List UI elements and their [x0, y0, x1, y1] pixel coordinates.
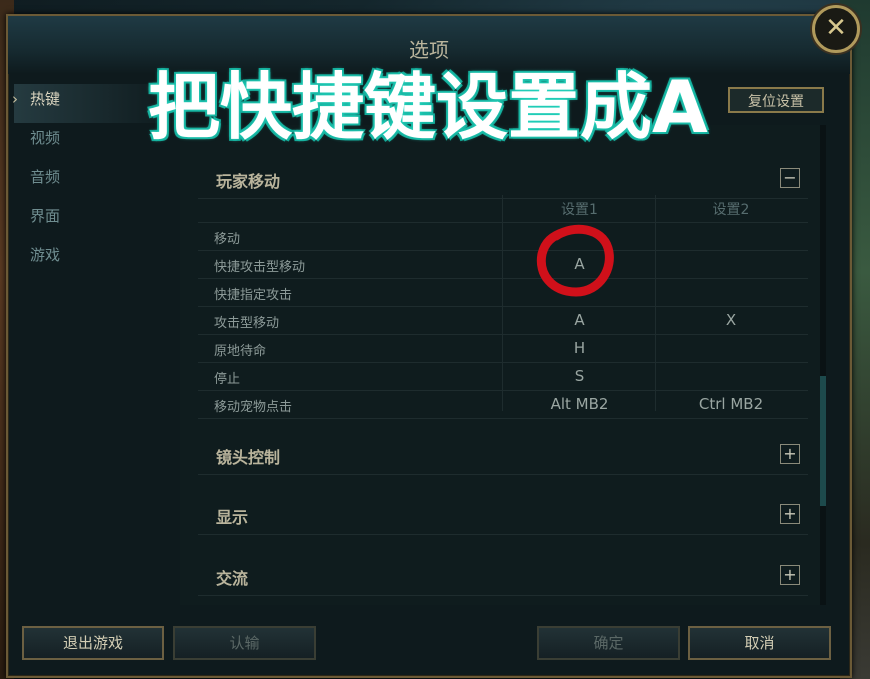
column-header-slot2: 设置2 — [712, 202, 750, 218]
scrollbar-thumb[interactable] — [820, 376, 826, 506]
expand-button[interactable]: + — [780, 565, 800, 585]
keybind-slot1[interactable]: H — [503, 339, 656, 357]
close-button[interactable]: ✕ — [812, 5, 860, 53]
action-label: 移动宠物点击 — [214, 400, 293, 415]
table-row: 移动 — [198, 223, 808, 251]
section-display[interactable]: 显示 — [198, 494, 808, 535]
keybind-slot1[interactable]: Alt MB2 — [503, 395, 656, 413]
plus-icon: + — [783, 565, 797, 584]
plus-icon: + — [783, 444, 797, 463]
action-label: 原地待命 — [214, 344, 267, 359]
keybind-table: 设置1 设置2 移动 快捷攻击型移动 A 快捷指定攻击 攻击型移动 A X 原地… — [198, 195, 808, 419]
close-icon: ✕ — [825, 13, 847, 43]
section-label: 交流 — [216, 569, 249, 588]
action-label: 快捷攻击型移动 — [214, 260, 306, 275]
sidebar-item-game[interactable]: 游戏 — [14, 240, 174, 279]
exit-game-button[interactable]: 退出游戏 — [22, 626, 164, 660]
action-label: 攻击型移动 — [214, 316, 280, 331]
expand-button[interactable]: + — [780, 444, 800, 464]
scrollbar-track[interactable] — [820, 125, 826, 605]
highlight-circle — [536, 224, 614, 297]
table-header: 设置1 设置2 — [198, 195, 808, 223]
section-label: 镜头控制 — [216, 448, 281, 467]
keybind-slot1[interactable]: A — [503, 311, 656, 329]
expand-button[interactable]: + — [780, 504, 800, 524]
keybind-slot2[interactable]: X — [656, 311, 806, 329]
action-label: 移动 — [214, 232, 241, 247]
section-player-movement[interactable]: 玩家移动 — [198, 158, 808, 199]
surrender-button[interactable]: 认输 — [173, 626, 316, 660]
minus-icon: − — [783, 168, 797, 187]
restore-defaults-button[interactable]: 复位设置 — [728, 87, 824, 113]
section-label: 玩家移动 — [216, 172, 281, 191]
action-label: 快捷指定攻击 — [214, 288, 293, 303]
collapse-button[interactable]: − — [780, 168, 800, 188]
table-row: 快捷攻击型移动 A — [198, 251, 808, 279]
keybind-slot1[interactable]: S — [503, 367, 656, 385]
section-camera-control[interactable]: 镜头控制 — [198, 434, 808, 475]
sidebar-item-interface[interactable]: 界面 — [14, 201, 174, 240]
table-row: 停止 S — [198, 363, 808, 391]
section-label: 显示 — [216, 508, 249, 527]
column-header-slot1: 设置1 — [561, 202, 598, 218]
table-row: 攻击型移动 A X — [198, 307, 808, 335]
plus-icon: + — [783, 504, 797, 523]
table-row: 快捷指定攻击 — [198, 279, 808, 307]
cancel-button[interactable]: 取消 — [688, 626, 831, 660]
overlay-caption: 把快捷键设置成A — [148, 65, 708, 149]
table-row: 原地待命 H — [198, 335, 808, 363]
section-communication[interactable]: 交流 — [198, 555, 808, 596]
action-label: 停止 — [214, 372, 241, 387]
table-row: 移动宠物点击 Alt MB2 Ctrl MB2 — [198, 391, 808, 419]
ok-button[interactable]: 确定 — [537, 626, 680, 660]
sidebar-item-audio[interactable]: 音频 — [14, 162, 174, 201]
keybind-slot2[interactable]: Ctrl MB2 — [656, 395, 806, 413]
